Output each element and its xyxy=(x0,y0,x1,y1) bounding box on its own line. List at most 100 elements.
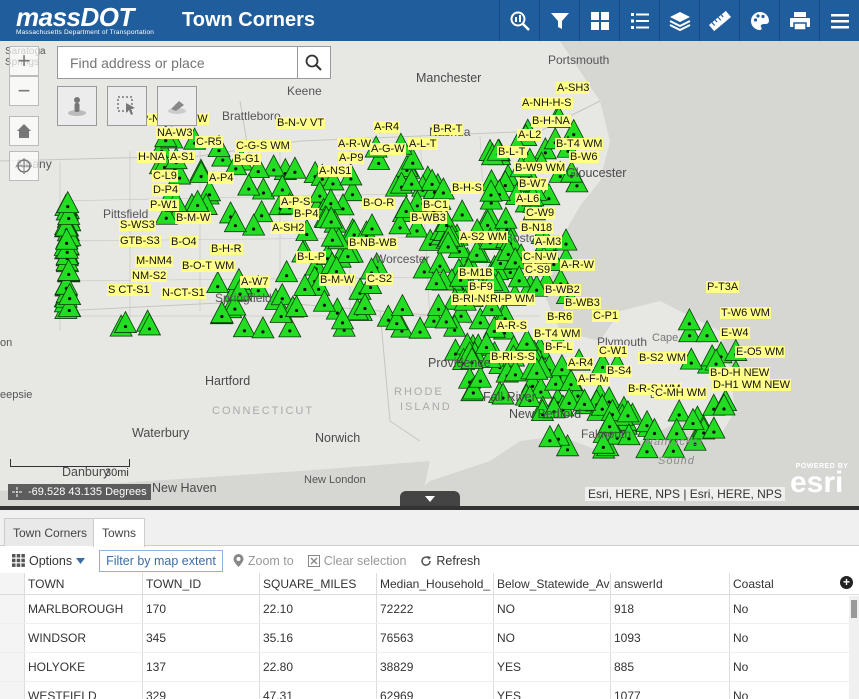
row-select-cell[interactable] xyxy=(0,682,25,699)
query-icon[interactable] xyxy=(499,0,539,41)
town-corner-marker[interactable] xyxy=(494,206,518,229)
place-label: New Bedford xyxy=(509,407,582,421)
filter-by-extent-button[interactable]: Filter by map extent xyxy=(99,549,223,572)
home-button[interactable] xyxy=(9,116,39,146)
table-row[interactable]: WINDSOR 345 35.16 76563 NO 1093 No xyxy=(0,624,859,653)
select-tool-button[interactable] xyxy=(107,86,147,126)
layers-icon[interactable] xyxy=(659,0,699,41)
marker-dot xyxy=(318,194,322,198)
town-corner-label: A-SH2 xyxy=(271,222,306,234)
collapse-panel-button[interactable] xyxy=(400,491,460,506)
town-corner-label: A-G-W xyxy=(370,143,406,155)
refresh-button[interactable]: Refresh xyxy=(420,554,480,568)
palette-icon[interactable] xyxy=(739,0,779,41)
town-corner-label: A-W7 xyxy=(240,276,270,288)
town-corner-label: A-R4 xyxy=(373,121,401,133)
column-header[interactable]: Coastal xyxy=(730,573,835,594)
town-corner-marker[interactable] xyxy=(274,259,299,283)
column-header[interactable]: answerId xyxy=(611,573,730,594)
table-cell: 72222 xyxy=(377,595,494,623)
town-corner-label: A-L2 xyxy=(517,129,543,141)
table-row[interactable]: HOLYOKE 137 22.80 38829 YES 885 No xyxy=(0,653,859,682)
options-menu[interactable]: Options xyxy=(12,554,86,568)
town-corner-marker[interactable] xyxy=(206,270,230,294)
add-column-button[interactable]: + xyxy=(840,576,853,589)
search-button[interactable] xyxy=(297,47,330,78)
select-all-cell[interactable] xyxy=(0,573,25,594)
marker-dot xyxy=(498,261,502,266)
tab-towns[interactable]: Towns xyxy=(93,518,146,547)
search-icon xyxy=(305,54,322,71)
marker-dot xyxy=(486,223,490,228)
town-corner-label: B-F9 xyxy=(468,281,494,293)
marker-dot xyxy=(436,307,441,311)
locate-button[interactable] xyxy=(9,151,39,181)
table-cell: NO xyxy=(494,595,611,623)
list-icon[interactable] xyxy=(619,0,659,41)
marker-dot xyxy=(714,362,718,366)
marker-dot xyxy=(489,201,493,205)
marker-dot xyxy=(317,287,321,291)
town-corner-marker[interactable] xyxy=(390,293,415,317)
marker-dot xyxy=(444,320,448,324)
column-header[interactable]: Median_Household_ xyxy=(377,573,494,594)
marker-dot xyxy=(677,413,681,417)
town-corner-marker[interactable] xyxy=(428,250,452,273)
row-select-cell[interactable] xyxy=(0,624,25,652)
zoom-in-button[interactable]: + xyxy=(9,46,39,76)
column-header[interactable]: SQUARE_MILES xyxy=(260,573,377,594)
town-corner-label: S-WS3 xyxy=(119,219,156,231)
column-header[interactable]: TOWN_ID xyxy=(143,573,260,594)
marker-dot xyxy=(652,431,657,436)
town-corner-label: B-W9 WM xyxy=(514,162,567,174)
marker-dot xyxy=(430,182,434,186)
marker-dot xyxy=(415,229,419,233)
print-icon[interactable] xyxy=(779,0,819,41)
town-corner-label: B-M-W xyxy=(319,274,356,286)
grid-icon[interactable] xyxy=(579,0,619,41)
town-corner-label: B-WB3 xyxy=(410,212,447,224)
place-label: Worcester xyxy=(375,252,430,266)
town-corner-marker[interactable] xyxy=(232,314,257,338)
row-select-cell[interactable] xyxy=(0,595,25,623)
table-cell: WINDSOR xyxy=(25,624,143,652)
table-scrollbar[interactable] xyxy=(849,596,859,699)
town-corner-label: H-NA xyxy=(137,151,166,163)
marker-dot xyxy=(565,448,570,452)
measure-icon[interactable] xyxy=(699,0,739,41)
table-row[interactable]: WESTFIELD 329 47.31 62969 YES 1077 No xyxy=(0,682,859,699)
row-select-cell[interactable] xyxy=(0,653,25,681)
marker-dot xyxy=(221,158,225,162)
town-corner-marker[interactable] xyxy=(251,316,275,339)
marker-dot xyxy=(471,391,475,395)
clear-tool-button[interactable] xyxy=(157,86,197,126)
town-corner-label: N-CT-S1 xyxy=(161,287,206,299)
marker-dot xyxy=(504,220,508,224)
tab-town-corners[interactable]: Town Corners xyxy=(4,518,97,546)
scrollbar-thumb[interactable] xyxy=(851,600,857,618)
marker-dot xyxy=(368,285,373,290)
table-row[interactable]: MARLBOROUGH 170 22.10 72222 NO 918 No xyxy=(0,595,859,624)
marker-dot xyxy=(305,232,309,237)
select-icon xyxy=(117,96,135,115)
town-corner-label: A-P-S xyxy=(280,196,312,208)
marker-dot xyxy=(363,306,367,311)
table-body: MARLBOROUGH 170 22.10 72222 NO 918 No WINDSOR 34… xyxy=(0,595,859,699)
clear-selection-button[interactable]: Clear selection xyxy=(307,554,406,568)
streetview-button[interactable] xyxy=(57,86,97,126)
place-label: New Haven xyxy=(152,481,217,495)
menu-icon[interactable] xyxy=(819,0,859,41)
marker-dot xyxy=(66,205,70,209)
coordinate-display[interactable]: -69.528 43.135 Degrees xyxy=(8,484,151,500)
search-input[interactable] xyxy=(58,47,297,78)
zoom-out-button[interactable]: − xyxy=(9,76,39,106)
column-header[interactable]: TOWN xyxy=(25,573,143,594)
town-corner-marker[interactable] xyxy=(450,199,474,222)
zoom-to-button[interactable]: Zoom to xyxy=(233,554,294,568)
filter-icon[interactable] xyxy=(539,0,579,41)
scale-label: 30mi xyxy=(105,467,129,479)
map-view[interactable]: Manchester Portsmouth Keene Brattleboro … xyxy=(0,41,859,506)
marker-dot xyxy=(567,401,571,405)
marker-dot xyxy=(199,174,203,179)
column-header[interactable]: Below_Statewide_Av xyxy=(494,573,611,594)
